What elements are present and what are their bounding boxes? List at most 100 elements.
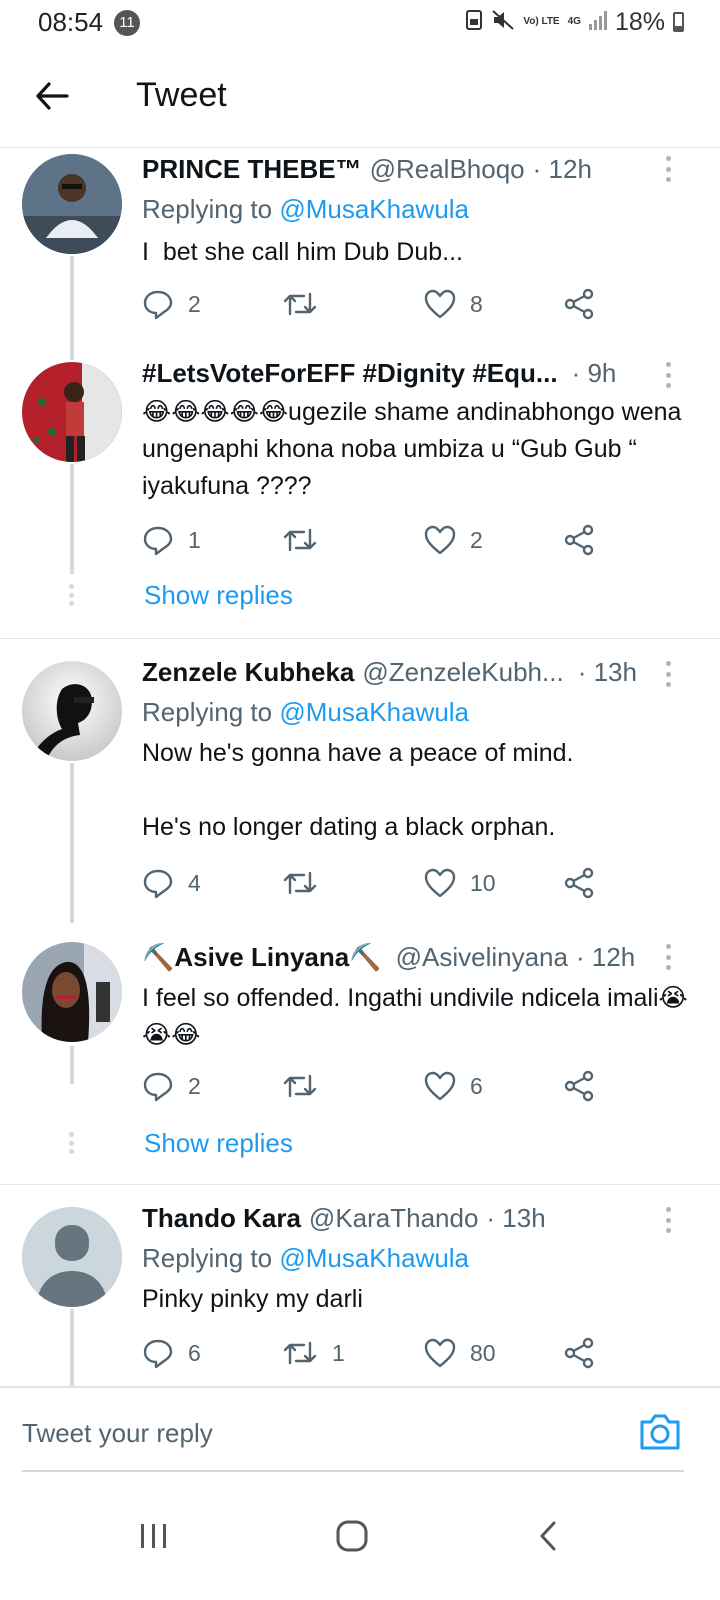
share-icon bbox=[564, 1337, 594, 1369]
reply-button[interactable]: 4 bbox=[142, 865, 201, 901]
show-replies-link[interactable]: Show replies bbox=[144, 580, 293, 611]
recent-apps-icon bbox=[141, 1524, 166, 1548]
reply-count: 6 bbox=[188, 1339, 201, 1366]
share-button[interactable] bbox=[564, 286, 596, 322]
replying-to: Replying to @MusaKhawula bbox=[142, 697, 470, 727]
tweet-text: I feel so offended. Ingathi undivile ndi… bbox=[142, 984, 688, 1049]
tweet-actions: 6 1 80 bbox=[142, 1335, 612, 1371]
tweet-item[interactable]: Thando Kara @KaraThando · 13h Replying t… bbox=[0, 1185, 720, 1394]
battery-percent: 18% bbox=[614, 7, 665, 36]
more-options-icon[interactable] bbox=[658, 1205, 678, 1235]
reply-button[interactable]: 6 bbox=[142, 1335, 201, 1371]
battery-icon bbox=[673, 12, 684, 32]
thread-line bbox=[70, 763, 74, 923]
lock-icon bbox=[465, 9, 483, 36]
display-name[interactable]: Thando Kara bbox=[142, 1203, 301, 1234]
like-button[interactable]: 10 bbox=[424, 865, 496, 901]
retweet-button[interactable] bbox=[282, 522, 332, 558]
user-handle[interactable]: @KaraThando bbox=[309, 1203, 479, 1234]
reply-icon bbox=[143, 1072, 173, 1102]
heart-icon bbox=[424, 1338, 456, 1368]
recent-apps-button[interactable] bbox=[114, 1506, 194, 1566]
reply-count: 2 bbox=[188, 1072, 201, 1099]
tweet-text: Now he's gonna have a peace of mind. He'… bbox=[142, 739, 574, 841]
like-button[interactable]: 2 bbox=[424, 522, 483, 558]
avatar[interactable] bbox=[22, 661, 122, 761]
like-count: 2 bbox=[470, 526, 483, 553]
avatar[interactable] bbox=[22, 1207, 122, 1307]
reply-icon bbox=[143, 869, 173, 899]
page-title: Tweet bbox=[136, 76, 227, 114]
notification-count-badge: 11 bbox=[114, 10, 140, 36]
share-button[interactable] bbox=[564, 522, 596, 558]
mention-link[interactable]: @MusaKhawula bbox=[279, 1243, 469, 1273]
like-count: 8 bbox=[470, 290, 483, 317]
system-nav-bar bbox=[0, 1482, 720, 1600]
heart-icon bbox=[424, 868, 456, 898]
more-options-icon[interactable] bbox=[658, 154, 678, 184]
like-count: 80 bbox=[470, 1339, 496, 1366]
tweet-actions: 2 8 bbox=[142, 286, 612, 322]
back-button[interactable] bbox=[26, 74, 78, 118]
more-options-icon[interactable] bbox=[658, 942, 678, 972]
tweet-header: ⛏️Asive Linyana⛏️ @Asivelinyana · 12h bbox=[142, 942, 658, 973]
avatar[interactable] bbox=[22, 942, 122, 1042]
home-button[interactable] bbox=[312, 1506, 392, 1566]
tweet-actions: 1 2 bbox=[142, 522, 612, 558]
like-button[interactable]: 80 bbox=[424, 1335, 496, 1371]
like-button[interactable]: 8 bbox=[424, 286, 483, 322]
user-handle[interactable]: @Asivelinyana bbox=[396, 942, 568, 973]
reply-input[interactable]: Tweet your reply bbox=[22, 1418, 213, 1449]
camera-button[interactable] bbox=[638, 1412, 682, 1456]
more-options-icon[interactable] bbox=[658, 360, 678, 390]
display-name[interactable]: ⛏️Asive Linyana⛏️ bbox=[142, 942, 382, 973]
display-name[interactable]: #LetsVoteForEFF #Dignity #Equ... bbox=[142, 358, 558, 389]
reply-button[interactable]: 2 bbox=[142, 1068, 201, 1104]
display-name[interactable]: Zenzele Kubheka bbox=[142, 657, 354, 688]
thread-line bbox=[70, 1309, 74, 1394]
share-button[interactable] bbox=[564, 865, 596, 901]
user-handle[interactable]: @ZenzeleKubh... bbox=[362, 657, 563, 688]
mention-link[interactable]: @MusaKhawula bbox=[279, 194, 469, 224]
tweet-header: Thando Kara @KaraThando · 13h bbox=[142, 1203, 658, 1234]
signal-icon bbox=[588, 10, 607, 35]
tweet-item[interactable]: #LetsVoteForEFF #Dignity #Equ... · 9h 😂😂… bbox=[0, 358, 720, 638]
tweet-item[interactable]: PRINCE THEBE™ @RealBhoqo · 12h Replying … bbox=[0, 148, 720, 360]
thread-line bbox=[70, 256, 74, 360]
retweet-button[interactable] bbox=[282, 865, 332, 901]
system-back-button[interactable] bbox=[508, 1506, 588, 1566]
retweet-button[interactable] bbox=[282, 286, 332, 322]
like-count: 6 bbox=[470, 1072, 483, 1099]
thread-line bbox=[70, 464, 74, 574]
tweet-time: · 12h bbox=[575, 942, 636, 972]
reply-button[interactable]: 2 bbox=[142, 286, 201, 322]
tweet-item[interactable]: Zenzele Kubheka @ZenzeleKubh... · 13h Re… bbox=[0, 639, 720, 923]
reply-icon bbox=[143, 526, 173, 556]
avatar[interactable] bbox=[22, 362, 122, 462]
reply-button[interactable]: 1 bbox=[142, 522, 201, 558]
reply-feed[interactable]: PRINCE THEBE™ @RealBhoqo · 12h Replying … bbox=[0, 148, 720, 1394]
share-button[interactable] bbox=[564, 1335, 596, 1371]
tweet-header: PRINCE THEBE™ @RealBhoqo · 12h bbox=[142, 154, 658, 185]
display-name[interactable]: PRINCE THEBE™ bbox=[142, 154, 362, 185]
user-handle[interactable]: @RealBhoqo bbox=[370, 154, 525, 185]
tweet-item[interactable]: ⛏️Asive Linyana⛏️ @Asivelinyana · 12h I … bbox=[0, 922, 720, 1178]
share-button[interactable] bbox=[564, 1068, 596, 1104]
replying-to: Replying to @MusaKhawula bbox=[142, 194, 470, 224]
arrow-left-icon bbox=[36, 82, 69, 110]
tweet-header: #LetsVoteForEFF #Dignity #Equ... · 9h bbox=[142, 358, 658, 389]
show-replies-link[interactable]: Show replies bbox=[144, 1128, 293, 1159]
retweet-button[interactable]: 1 bbox=[282, 1335, 345, 1371]
retweet-icon bbox=[283, 528, 317, 552]
retweet-button[interactable] bbox=[282, 1068, 332, 1104]
avatar[interactable] bbox=[22, 154, 122, 254]
reply-count: 1 bbox=[188, 526, 201, 553]
retweet-icon bbox=[283, 871, 317, 895]
thread-dots bbox=[69, 584, 75, 606]
tweet-time: · 13h bbox=[577, 657, 637, 687]
like-button[interactable]: 6 bbox=[424, 1068, 483, 1104]
tweet-time: · 13h bbox=[486, 1203, 546, 1233]
mention-link[interactable]: @MusaKhawula bbox=[279, 697, 469, 727]
network-gen-label: 4G bbox=[567, 16, 581, 27]
more-options-icon[interactable] bbox=[658, 659, 678, 689]
